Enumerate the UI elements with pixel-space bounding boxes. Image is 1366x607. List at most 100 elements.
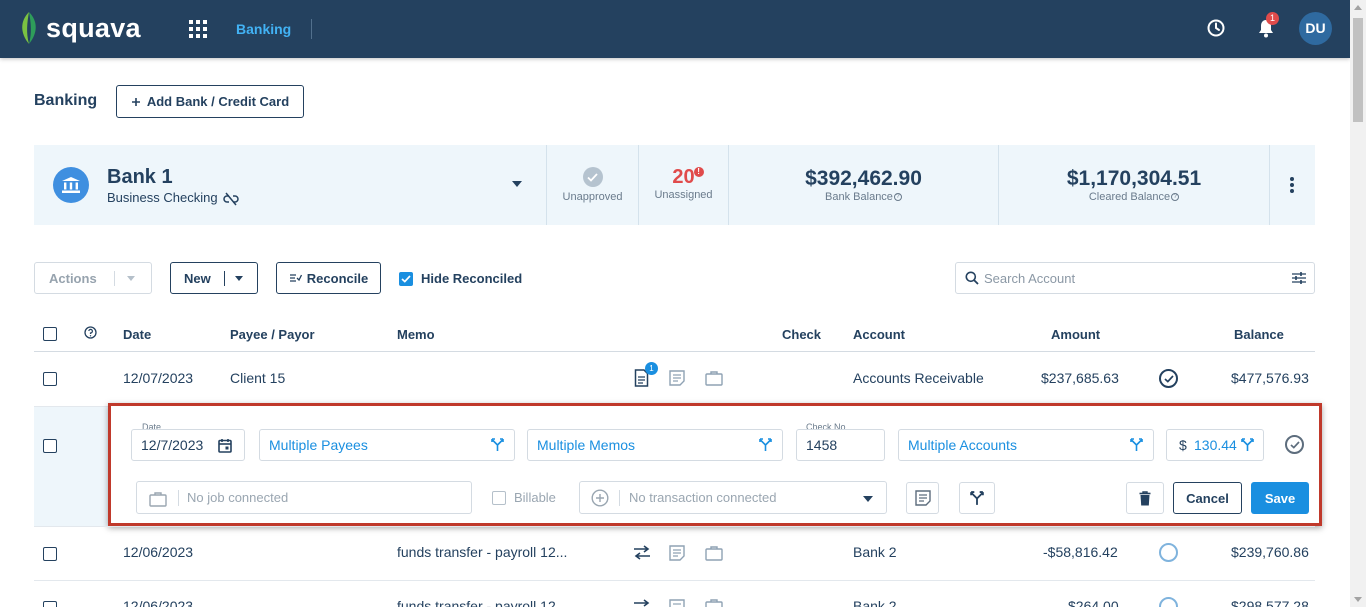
- help-icon[interactable]: ?: [1171, 193, 1180, 202]
- select-all-checkbox[interactable]: [43, 327, 57, 341]
- row-checkbox[interactable]: [43, 601, 57, 607]
- unlink-icon[interactable]: [223, 192, 239, 206]
- page-scrollbar[interactable]: [1350, 0, 1366, 607]
- column-header-amount[interactable]: Amount: [1051, 327, 1100, 342]
- reconcile-icon: [289, 274, 302, 282]
- column-header-check[interactable]: Check: [782, 327, 821, 342]
- row-account: Bank 2: [853, 544, 897, 560]
- table-header-divider: [34, 351, 1315, 352]
- cancel-button[interactable]: Cancel: [1173, 482, 1242, 514]
- memo-field[interactable]: Multiple Memos: [527, 429, 783, 461]
- briefcase-icon[interactable]: [705, 545, 723, 561]
- briefcase-icon: [149, 492, 167, 507]
- amount-field[interactable]: $ 130.44: [1166, 429, 1264, 461]
- account-summary-panel: Bank 1 Business Checking Unapproved 20 !…: [34, 145, 1315, 225]
- split-icon[interactable]: [1241, 438, 1254, 452]
- new-dropdown-button[interactable]: New: [170, 262, 258, 294]
- row-checkbox[interactable]: [43, 372, 57, 386]
- column-header-balance[interactable]: Balance: [1234, 327, 1284, 342]
- clock-icon[interactable]: [1207, 19, 1225, 37]
- note-icon: [914, 490, 931, 506]
- add-circle-icon[interactable]: [591, 489, 609, 507]
- split-icon[interactable]: [1130, 438, 1143, 452]
- page-title: Banking: [34, 92, 98, 109]
- job-field[interactable]: No job connected: [136, 481, 472, 514]
- check-number-field[interactable]: 1458: [796, 429, 885, 461]
- row-balance: $298,577.28: [1231, 598, 1309, 607]
- chevron-down-icon[interactable]: [235, 276, 243, 281]
- billable-label: Billable: [514, 490, 556, 505]
- column-header-payee[interactable]: Payee / Payor: [230, 327, 315, 342]
- help-circle-icon[interactable]: [84, 326, 97, 339]
- row-date: 12/07/2023: [123, 370, 194, 386]
- reconcile-status-icon[interactable]: [1285, 435, 1304, 454]
- apps-grid-icon[interactable]: [189, 20, 207, 38]
- row-date: 12/06/2023: [123, 544, 194, 560]
- row-balance: $239,760.86: [1231, 544, 1309, 560]
- unassigned-stat[interactable]: 20 ! Unassigned: [639, 145, 728, 225]
- billable-checkbox[interactable]: [492, 490, 506, 505]
- row-amount: $264.00: [1068, 598, 1119, 607]
- search-account-box: [955, 262, 1315, 294]
- check-number-value: 1458: [806, 437, 838, 453]
- top-navigation-bar: squava Banking 1 DU: [0, 0, 1350, 58]
- unapproved-stat[interactable]: Unapproved: [547, 145, 638, 225]
- unassigned-label: Unassigned: [654, 189, 713, 201]
- account-field[interactable]: Multiple Accounts: [898, 429, 1154, 461]
- uncleared-circle-icon[interactable]: [1159, 543, 1178, 562]
- hide-reconciled-checkbox[interactable]: [399, 271, 413, 286]
- actions-dropdown[interactable]: Actions: [34, 262, 152, 294]
- note-icon[interactable]: [669, 545, 685, 561]
- split-icon: [970, 490, 984, 505]
- column-header-account[interactable]: Account: [853, 327, 905, 342]
- date-field[interactable]: 12/7/2023: [131, 429, 245, 461]
- more-options-icon[interactable]: [1290, 177, 1294, 195]
- column-header-memo[interactable]: Memo: [397, 327, 435, 342]
- billable-toggle[interactable]: Billable: [492, 490, 556, 505]
- search-input[interactable]: [984, 269, 1274, 287]
- notification-badge: 1: [1266, 12, 1279, 25]
- nav-banking-link[interactable]: Banking: [236, 21, 291, 37]
- split-transaction-button[interactable]: [959, 482, 995, 514]
- note-icon[interactable]: [669, 370, 685, 386]
- add-note-button[interactable]: [906, 482, 939, 514]
- note-icon[interactable]: [669, 599, 685, 607]
- row-divider: [34, 526, 1315, 527]
- account-name[interactable]: Bank 1: [107, 166, 173, 189]
- bank-balance-value: $392,462.90: [805, 167, 922, 190]
- currency-symbol: $: [1179, 437, 1187, 453]
- reconciled-check-icon[interactable]: [1159, 369, 1178, 388]
- split-icon[interactable]: [759, 438, 772, 452]
- save-button[interactable]: Save: [1251, 482, 1309, 514]
- account-dropdown-caret-icon[interactable]: [512, 181, 522, 187]
- row-balance: $477,576.93: [1231, 370, 1309, 386]
- scroll-thumb[interactable]: [1353, 18, 1363, 122]
- alert-icon: !: [693, 167, 704, 177]
- briefcase-icon[interactable]: [705, 370, 723, 386]
- calendar-icon[interactable]: [218, 438, 232, 453]
- panel-divider: [1269, 145, 1270, 225]
- column-header-date[interactable]: Date: [123, 327, 151, 342]
- edit-row-checkbox[interactable]: [43, 439, 57, 453]
- transaction-connect-select[interactable]: No transaction connected: [579, 481, 887, 514]
- plus-icon: [131, 97, 140, 106]
- row-checkbox[interactable]: [43, 547, 57, 561]
- hide-reconciled-label: Hide Reconciled: [421, 271, 523, 286]
- hide-reconciled-toggle[interactable]: Hide Reconciled: [399, 271, 522, 286]
- user-avatar[interactable]: DU: [1299, 12, 1332, 45]
- squava-logo[interactable]: squava: [18, 10, 141, 46]
- scroll-up-arrow-icon[interactable]: [1354, 5, 1362, 10]
- briefcase-icon[interactable]: [705, 598, 723, 607]
- reconcile-button[interactable]: Reconcile: [276, 262, 381, 294]
- row-memo: funds transfer - payroll 12...: [397, 544, 568, 560]
- uncleared-circle-icon[interactable]: [1159, 597, 1178, 607]
- scroll-down-arrow-icon[interactable]: [1354, 597, 1362, 602]
- add-bank-button[interactable]: Add Bank / Credit Card: [116, 85, 304, 118]
- payee-field[interactable]: Multiple Payees: [259, 429, 515, 461]
- split-icon[interactable]: [491, 438, 504, 452]
- delete-button[interactable]: [1126, 482, 1164, 514]
- chevron-down-icon[interactable]: [863, 496, 873, 502]
- filter-sliders-icon[interactable]: [1292, 271, 1306, 285]
- help-icon[interactable]: ?: [893, 193, 902, 202]
- transaction-placeholder: No transaction connected: [629, 490, 777, 505]
